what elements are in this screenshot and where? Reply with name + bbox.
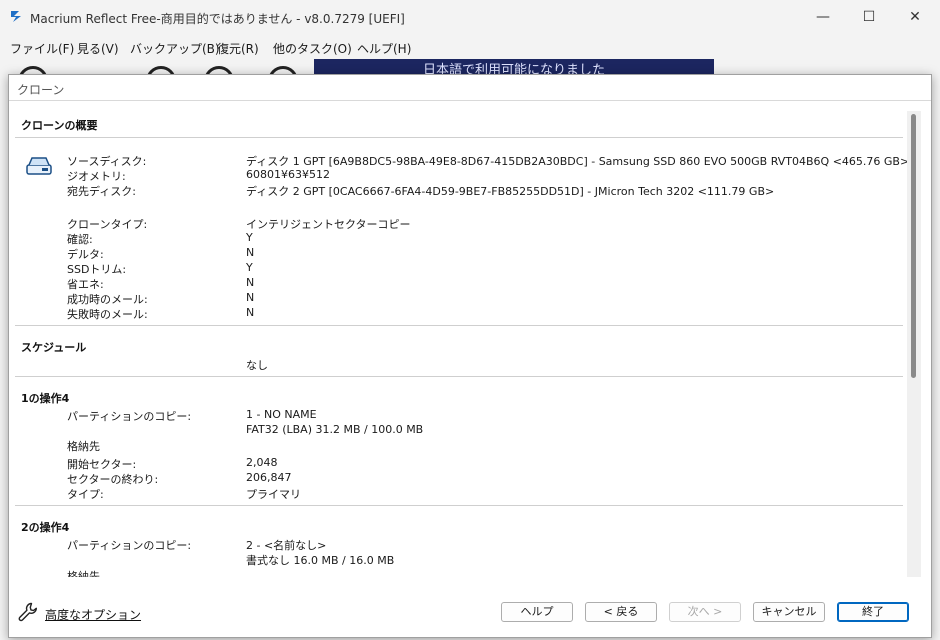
success-mail-value: N <box>246 291 255 304</box>
schedule-heading: スケジュール <box>21 341 87 354</box>
op2-copy-label: パーティションのコピー: <box>67 539 192 552</box>
disk-icon <box>25 155 53 177</box>
op1-end-sector-value: 206,847 <box>246 471 292 484</box>
vertical-scrollbar[interactable] <box>907 111 921 577</box>
maximize-button[interactable]: ☐ <box>846 0 892 34</box>
minimize-button[interactable]: — <box>800 0 846 34</box>
divider <box>15 137 903 138</box>
divider <box>15 505 903 506</box>
op1-copy-label: パーティションのコピー: <box>67 410 192 423</box>
clone-dialog: クローン クローンの概要 ソースディスク: ディスク 1 GPT [6A9B8D… <box>8 74 932 638</box>
delta-label: デルタ: <box>67 248 104 261</box>
op1-dest-label: 格納先 <box>67 440 100 453</box>
source-disk-value: ディスク 1 GPT [6A9B8DC5-98BA-49E8-8D67-415D… <box>246 155 910 168</box>
op1-heading: 1の操作4 <box>21 392 70 405</box>
delta-value: N <box>246 246 255 259</box>
verify-value: Y <box>246 231 253 244</box>
dialog-footer: 高度なオプション ヘルプ < 戻る 次へ > キャンセル 終了 <box>9 581 931 637</box>
op2-copy-detail: 書式なし 16.0 MB / 16.0 MB <box>246 554 395 567</box>
title-bar: Macrium Reflect Free-商用目的ではありません - v8.0.… <box>0 0 940 34</box>
op2-dest-label: 格納先 <box>67 570 100 577</box>
finish-button[interactable]: 終了 <box>837 602 909 622</box>
back-button[interactable]: < 戻る <box>585 602 657 622</box>
op1-copy-value: 1 - NO NAME <box>246 408 317 421</box>
power-save-label: 省エネ: <box>67 278 104 291</box>
geometry-value: 60801¥63¥512 <box>246 168 330 181</box>
clone-type-value: インテリジェントセクターコピー <box>246 218 411 231</box>
menu-other-tasks[interactable]: 他のタスク(O) <box>273 40 352 57</box>
background-window-edge <box>0 120 8 640</box>
geometry-label: ジオメトリ: <box>67 170 126 183</box>
menu-view[interactable]: 見る(V) <box>77 40 119 57</box>
verify-label: 確認: <box>67 233 93 246</box>
success-mail-label: 成功時のメール: <box>67 293 148 306</box>
advanced-options-link[interactable]: 高度なオプション <box>45 606 141 623</box>
op1-end-sector-label: セクターの終わり: <box>67 473 159 486</box>
divider <box>15 376 903 377</box>
help-button[interactable]: ヘルプ <box>501 602 573 622</box>
next-button[interactable]: 次へ > <box>669 602 741 622</box>
op1-type-label: タイプ: <box>67 488 104 501</box>
menu-backup[interactable]: バックアップ(B) <box>130 40 220 57</box>
op1-start-sector-value: 2,048 <box>246 456 278 469</box>
clone-summary-panel: クローンの概要 ソースディスク: ディスク 1 GPT [6A9B8DC5-98… <box>9 103 913 577</box>
ssd-trim-label: SSDトリム: <box>67 263 127 276</box>
dest-disk-value: ディスク 2 GPT [0CAC6667-6FA4-4D59-9BE7-FB85… <box>246 185 775 198</box>
window-title: Macrium Reflect Free-商用目的ではありません - v8.0.… <box>30 12 405 26</box>
schedule-value: なし <box>246 359 268 372</box>
op1-type-value: プライマリ <box>246 488 301 501</box>
dialog-title: クローン <box>17 83 65 97</box>
promo-banner[interactable]: 日本語で利用可能になりました <box>314 59 714 75</box>
menu-restore[interactable]: 復元(R) <box>217 40 259 57</box>
scrollbar-thumb[interactable] <box>911 114 916 378</box>
failure-mail-label: 失敗時のメール: <box>67 308 148 321</box>
close-window-button[interactable]: ✕ <box>892 0 938 34</box>
cancel-button[interactable]: キャンセル <box>753 602 825 622</box>
menu-file[interactable]: ファイル(F) <box>10 40 74 57</box>
dialog-title-divider <box>9 100 931 101</box>
divider <box>15 325 903 326</box>
op1-start-sector-label: 開始セクター: <box>67 458 137 471</box>
failure-mail-value: N <box>246 306 255 319</box>
menu-bar: ファイル(F) 見る(V) バックアップ(B) 復元(R) 他のタスク(O) ヘ… <box>0 36 940 58</box>
overview-heading: クローンの概要 <box>21 119 98 132</box>
clone-type-label: クローンタイプ: <box>67 218 148 231</box>
wrench-icon[interactable] <box>17 601 39 623</box>
ssd-trim-value: Y <box>246 261 253 274</box>
dest-disk-label: 宛先ディスク: <box>67 185 136 198</box>
macrium-app-icon <box>8 8 24 24</box>
op2-copy-value: 2 - <名前なし> <box>246 539 327 552</box>
source-disk-label: ソースディスク: <box>67 155 147 168</box>
menu-help[interactable]: ヘルプ(H) <box>357 40 411 57</box>
op1-copy-detail: FAT32 (LBA) 31.2 MB / 100.0 MB <box>246 423 424 436</box>
power-save-value: N <box>246 276 255 289</box>
op2-heading: 2の操作4 <box>21 521 70 534</box>
